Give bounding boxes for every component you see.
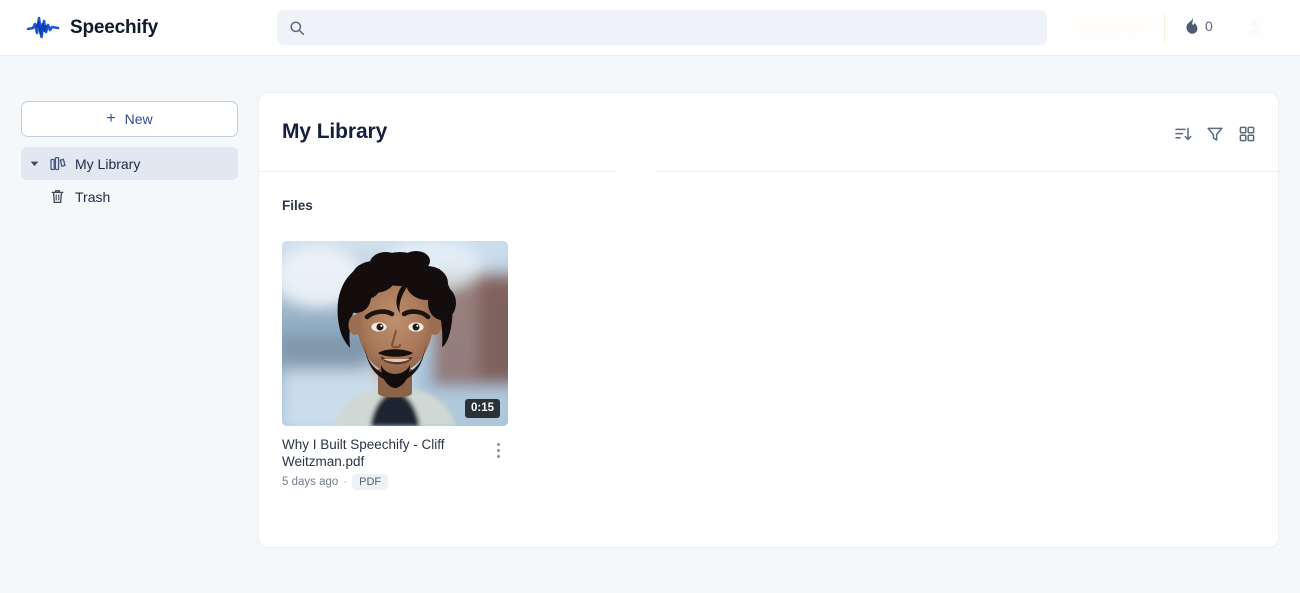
sidebar: + New My Library Trash (0, 57, 258, 593)
trash-icon (49, 188, 66, 205)
sidebar-nav: My Library Trash (21, 147, 238, 213)
search-bar[interactable] (277, 10, 1047, 45)
sidebar-item-my-library[interactable]: My Library (21, 147, 238, 180)
panel-header-actions (1174, 125, 1256, 143)
kebab-dot (496, 454, 500, 458)
file-title: Why I Built Speechify - Cliff Weitzman.p… (282, 437, 445, 469)
chevron-down-icon[interactable] (29, 158, 40, 169)
new-button[interactable]: + New (21, 101, 238, 137)
file-subtext: 5 days ago · PDF (282, 474, 478, 490)
flame-icon (1184, 17, 1199, 35)
duration-badge: 0:15 (464, 399, 500, 418)
file-thumbnail[interactable]: 0:15 (282, 241, 508, 426)
plus-icon: + (106, 110, 116, 127)
subscribe-button[interactable]: Subscribe (1064, 13, 1157, 43)
file-meta: Why I Built Speechify - Cliff Weitzman.p… (282, 436, 508, 490)
files-section-label: Files (282, 198, 313, 213)
file-age: 5 days ago (282, 476, 339, 488)
brand-name: Speechify (70, 16, 158, 38)
filter-icon[interactable] (1206, 125, 1224, 143)
file-separator: · (343, 476, 348, 488)
sidebar-item-label: Trash (75, 188, 111, 205)
user-avatar-icon (1246, 18, 1264, 41)
kebab-dot (496, 448, 500, 452)
brand[interactable]: Speechify (26, 13, 256, 43)
sidebar-item-label: My Library (75, 155, 141, 172)
library-books-icon (49, 155, 66, 172)
grid-view-icon[interactable] (1238, 125, 1256, 143)
sort-icon[interactable] (1174, 125, 1192, 143)
page-title: My Library (282, 120, 388, 143)
library-panel: My Library Files 0:15 Why I Built Speech… (258, 92, 1280, 548)
streak-count: 0 (1205, 18, 1213, 34)
streak-counter[interactable]: 0 (1184, 17, 1213, 35)
speechify-waveform-logo-icon (26, 13, 60, 43)
search-input[interactable] (314, 10, 1035, 45)
sidebar-item-trash[interactable]: Trash (21, 180, 238, 213)
kebab-dot (496, 442, 500, 446)
file-card[interactable]: 0:15 Why I Built Speechify - Cliff Weitz… (282, 241, 508, 490)
kebab-menu-icon[interactable] (488, 440, 508, 460)
header-rule-left (259, 171, 617, 172)
avatar[interactable] (1240, 14, 1270, 44)
header-divider (1164, 14, 1165, 42)
panel-header: My Library (259, 93, 1280, 172)
top-bar: Speechify Subscribe 0 (0, 0, 1300, 56)
file-type-badge: PDF (352, 474, 389, 490)
new-button-label: New (124, 111, 153, 127)
header-rule-right (657, 171, 1280, 172)
search-icon (289, 20, 305, 36)
